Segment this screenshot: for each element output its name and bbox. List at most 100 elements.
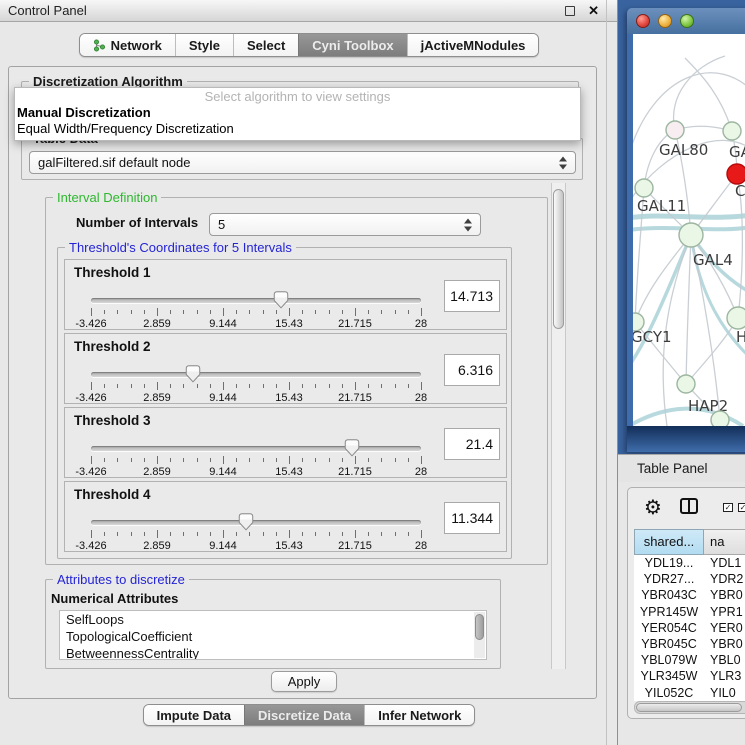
- column-checkbox-icon[interactable]: ✓: [723, 503, 733, 512]
- table-row[interactable]: YBR045CYBR0: [634, 636, 745, 652]
- threshold-slider-3[interactable]: -3.4262.8599.14415.4321.71528: [91, 439, 421, 477]
- slider-thumb[interactable]: [344, 439, 359, 457]
- network-node[interactable]: [711, 411, 729, 426]
- table-row[interactable]: YBL079WYBL0: [634, 652, 745, 668]
- apply-button[interactable]: Apply: [271, 671, 337, 692]
- table-row[interactable]: YLR345WYLR3: [634, 668, 745, 684]
- cell-shared-name[interactable]: YBR043C: [634, 587, 704, 603]
- tab-cyni-toolbox[interactable]: Cyni Toolbox: [298, 34, 406, 56]
- cell-shared-name[interactable]: YIL052C: [634, 685, 704, 701]
- slider-track[interactable]: [91, 298, 421, 303]
- network-node-ga[interactable]: [723, 122, 741, 140]
- slider-ticks: [91, 382, 421, 391]
- slider-thumb[interactable]: [186, 365, 201, 383]
- table-panel-header: Table Panel: [618, 454, 745, 482]
- stepper-up-down-icon[interactable]: [464, 218, 473, 231]
- threshold-value-field[interactable]: 14.713: [444, 280, 500, 312]
- cell-name[interactable]: YBL0: [704, 652, 741, 668]
- slider-track[interactable]: [91, 520, 421, 525]
- number-of-intervals-combobox[interactable]: 5: [209, 213, 481, 236]
- cell-name[interactable]: YBR0: [704, 636, 743, 652]
- tab-infer-network[interactable]: Infer Network: [364, 705, 474, 725]
- cell-shared-name[interactable]: YPR145W: [634, 604, 704, 620]
- cell-shared-name[interactable]: YDL19...: [634, 555, 704, 571]
- table-data-value: galFiltered.sif default node: [38, 155, 190, 170]
- scrollbar-thumb[interactable]: [553, 189, 564, 329]
- scrollbar-thumb[interactable]: [475, 614, 484, 640]
- cell-shared-name[interactable]: YBR045C: [634, 636, 704, 652]
- cell-name[interactable]: YDR2: [704, 571, 743, 587]
- tab-select[interactable]: Select: [233, 34, 298, 56]
- tab-impute-data[interactable]: Impute Data: [144, 705, 244, 725]
- dropdown-option-equal-width-frequency-discretization[interactable]: Equal Width/Frequency Discretization: [15, 121, 580, 137]
- minimize-button[interactable]: [658, 14, 672, 28]
- control-panel: Control Panel ✕ Network Style SelectCyni T…: [0, 0, 618, 745]
- settings-vertical-scrollbar[interactable]: [551, 183, 566, 669]
- cell-name[interactable]: YIL0: [704, 685, 736, 701]
- attribute-list-item[interactable]: TopologicalCoefficient: [60, 628, 486, 645]
- threshold-panel-2: Threshold 2-3.4262.8599.14415.4321.71528…: [64, 333, 507, 404]
- tab-network[interactable]: Network: [80, 34, 175, 56]
- slider-track[interactable]: [91, 372, 421, 377]
- tab-label: Style: [189, 38, 220, 53]
- cell-shared-name[interactable]: YER054C: [634, 620, 704, 636]
- network-node-gal80[interactable]: [666, 121, 684, 139]
- network-canvas[interactable]: GAL80GACGAL11GAL4GCY1HHAP2: [633, 34, 745, 426]
- node-attribute-table: shared... na YDL19...YDL1YDR27...YDR2YBR…: [634, 529, 745, 701]
- tab-discretize-data[interactable]: Discretize Data: [244, 705, 364, 725]
- cell-shared-name[interactable]: YDR27...: [634, 571, 704, 587]
- threshold-label: Threshold 3: [74, 413, 151, 428]
- threshold-value-field[interactable]: 11.344: [444, 502, 500, 534]
- stepper-up-down-icon[interactable]: [559, 156, 568, 169]
- gear-icon[interactable]: ⚙: [644, 494, 662, 520]
- attributes-scrollbar[interactable]: [474, 612, 485, 658]
- dropdown-option-manual-discretization[interactable]: Manual Discretization: [15, 105, 580, 121]
- network-window-titlebar[interactable]: [627, 8, 745, 34]
- threshold-slider-2[interactable]: -3.4262.8599.14415.4321.71528: [91, 365, 421, 403]
- table-row[interactable]: YDR27...YDR2: [634, 571, 745, 587]
- network-node-gal4[interactable]: [679, 223, 703, 247]
- network-node-h[interactable]: [727, 307, 745, 329]
- network-node-gal11[interactable]: [635, 179, 653, 197]
- tab-jactivemnodules[interactable]: jActiveMNodules: [407, 34, 539, 56]
- column-header-shared-name[interactable]: shared...: [634, 529, 704, 555]
- cell-shared-name[interactable]: YLR345W: [634, 668, 704, 684]
- cell-name[interactable]: YBR0: [704, 587, 743, 603]
- network-node-c[interactable]: [727, 164, 745, 184]
- close-button[interactable]: [636, 14, 650, 28]
- table-row[interactable]: YIL052CYIL0: [634, 685, 745, 701]
- threshold-value-field[interactable]: 6.316: [444, 354, 500, 386]
- table-row[interactable]: YER054CYER0: [634, 620, 745, 636]
- threshold-label: Threshold 1: [74, 265, 151, 280]
- table-row[interactable]: YBR043CYBR0: [634, 587, 745, 603]
- cell-name[interactable]: YDL1: [704, 555, 741, 571]
- tab-style[interactable]: Style: [175, 34, 233, 56]
- threshold-value-field[interactable]: 21.4: [444, 428, 500, 460]
- table-horizontal-scrollbar[interactable]: [634, 701, 745, 714]
- slider-thumb[interactable]: [274, 291, 289, 309]
- threshold-slider-1[interactable]: -3.4262.8599.14415.4321.71528: [91, 291, 421, 329]
- scrollbar-thumb[interactable]: [636, 703, 742, 712]
- slider-track[interactable]: [91, 446, 421, 451]
- attribute-list-item[interactable]: SelfLoops: [60, 611, 486, 628]
- group-label: Attributes to discretize: [53, 572, 189, 587]
- close-icon[interactable]: ✕: [588, 2, 599, 20]
- slider-thumb[interactable]: [239, 513, 254, 531]
- zoom-button[interactable]: [680, 14, 694, 28]
- threshold-slider-4[interactable]: -3.4262.8599.14415.4321.71528: [91, 513, 421, 551]
- table-data-combobox[interactable]: galFiltered.sif default node: [29, 151, 576, 174]
- column-checkbox-icon[interactable]: ✓: [738, 503, 745, 512]
- column-header-name[interactable]: na: [704, 529, 745, 555]
- cell-name[interactable]: YLR3: [704, 668, 741, 684]
- table-row[interactable]: YDL19...YDL1: [634, 555, 745, 571]
- attribute-list-item[interactable]: BetweennessCentrality: [60, 645, 486, 660]
- cell-name[interactable]: YPR1: [704, 604, 743, 620]
- network-node-hap2[interactable]: [677, 375, 695, 393]
- table-row[interactable]: YPR145WYPR1: [634, 604, 745, 620]
- cell-name[interactable]: YER0: [704, 620, 743, 636]
- cell-shared-name[interactable]: YBL079W: [634, 652, 704, 668]
- thresholds-group: Threshold's Coordinates for 5 Intervals …: [57, 247, 512, 559]
- split-view-icon[interactable]: [680, 498, 698, 514]
- control-panel-titlebar: Control Panel ✕: [0, 0, 617, 22]
- float-window-icon[interactable]: [565, 6, 575, 16]
